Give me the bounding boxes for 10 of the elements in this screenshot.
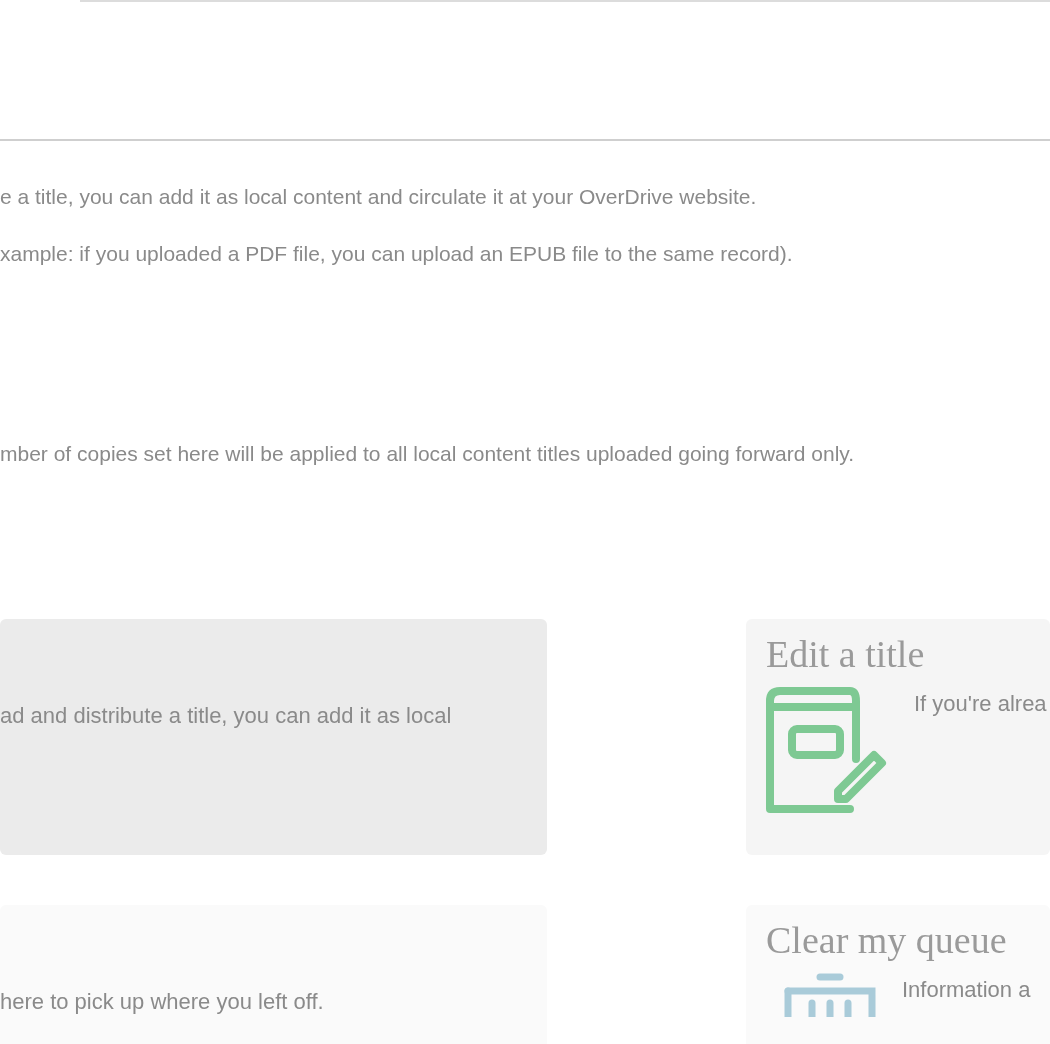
paragraph: mber of copies set here will be applied to all local content titles uploaded going forward only. [0, 441, 856, 467]
card-text: If you're alrea [914, 689, 1047, 718]
card-text: ad and distribute a title, you can add it as local [0, 702, 453, 730]
paragraph: e a title, you can add it as local content and circulate it at your OverDrive website. [0, 184, 758, 210]
card-title: Edit a title [766, 632, 926, 677]
card-text: here to pick up where you left off. [0, 988, 325, 1016]
card-title: Clear my queue [766, 918, 1008, 963]
paragraph: xample: if you uploaded a PDF file, you can upload an EPUB file to the same record). [0, 241, 794, 267]
card-text: Information a [902, 975, 1031, 1004]
trash-icon [782, 972, 878, 1017]
